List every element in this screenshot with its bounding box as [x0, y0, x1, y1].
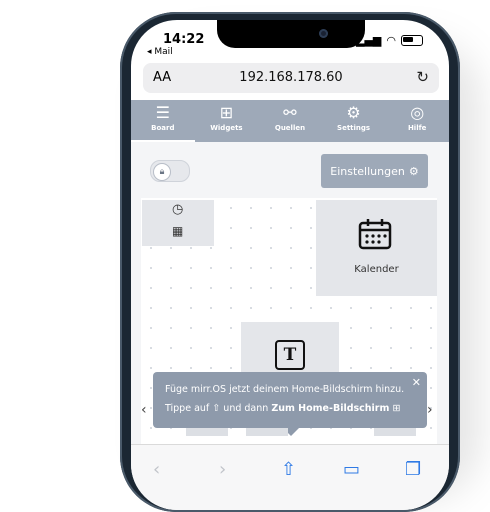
calendar-small-icon[interactable]: ▦ [172, 224, 183, 238]
chevron-right-icon[interactable]: › [427, 402, 433, 418]
einstellungen-button[interactable]: Einstellungen ⚙ [321, 154, 428, 188]
nav-label: Board [151, 124, 175, 132]
phone-screen: 14:22 ◂ Mail ▂▄▆ ◠ AA 192.168.178.60 ↻ ☰… [131, 20, 449, 510]
status-icons: ▂▄▆ ◠ [356, 34, 423, 47]
bookmarks-icon[interactable]: ▭ [343, 459, 360, 480]
popup-line-2: Tippe auf ⇧ und dann Zum Home-Bildschirm… [165, 403, 400, 414]
add-to-homescreen-popup: Füge mirr.OS jetzt deinem Home-Bildschir… [153, 372, 427, 436]
thumbnail[interactable] [374, 428, 416, 436]
chevron-left-icon[interactable]: ‹ [141, 402, 147, 418]
nav-item-quellen[interactable]: ⚯ Quellen [258, 100, 322, 142]
battery-icon [401, 35, 423, 46]
url-bar[interactable]: AA 192.168.178.60 ↻ [143, 63, 439, 93]
url-text[interactable]: 192.168.178.60 [143, 70, 439, 85]
calendar-widget[interactable]: Kalender [316, 200, 437, 296]
lock-toggle[interactable]: 🔒︎ [150, 160, 190, 182]
thumbnail[interactable] [186, 428, 228, 436]
calendar-widget-label: Kalender [354, 264, 399, 275]
einstellungen-label: Einstellungen [330, 164, 405, 178]
widget-thumbnails [186, 428, 416, 436]
gear-icon: ⚙ [346, 103, 361, 122]
nav-label: Settings [337, 124, 371, 132]
share-icon: ⇧ [212, 403, 221, 414]
text-icon: T [275, 340, 305, 370]
popup-bold-text: Zum Home-Bildschirm [271, 403, 390, 414]
calendar-icon [358, 219, 392, 250]
gear-icon: ⚙ [408, 164, 419, 178]
popup-line-1: Füge mirr.OS jetzt deinem Home-Bildschir… [165, 384, 405, 395]
tabs-icon[interactable]: ❐ [405, 459, 421, 480]
share-icon[interactable]: ⇧ [281, 459, 296, 480]
back-to-mail-link[interactable]: ◂ Mail [147, 47, 173, 57]
main-nav: ☰ Board ⊞ Widgets ⚯ Quellen ⚙ Settings ◎… [131, 100, 449, 142]
thumbnail[interactable] [246, 428, 288, 436]
clock-icon[interactable]: ◷ [172, 202, 183, 217]
nav-label: Quellen [274, 124, 306, 132]
status-time: 14:22 [163, 32, 205, 47]
widgets-icon: ⊞ [219, 103, 234, 122]
notch [217, 20, 365, 48]
nav-label: Widgets [210, 124, 243, 132]
reload-icon[interactable]: ↻ [416, 68, 429, 86]
forward-icon[interactable]: › [219, 459, 226, 480]
popup-text: und dann [223, 403, 269, 414]
popup-text: Tippe auf [165, 403, 210, 414]
lock-icon: 🔒︎ [153, 163, 171, 181]
sources-icon: ⚯ [283, 103, 297, 122]
nav-label: Hilfe [407, 124, 427, 132]
board-icon: ☰ [155, 103, 170, 122]
nav-item-widgets[interactable]: ⊞ Widgets [195, 100, 259, 142]
close-icon[interactable]: ✕ [412, 376, 421, 389]
add-square-icon: ⊞ [392, 403, 401, 414]
help-icon: ◎ [410, 103, 425, 122]
nav-item-settings[interactable]: ⚙ Settings [322, 100, 386, 142]
nav-item-hilfe[interactable]: ◎ Hilfe [385, 100, 449, 142]
widget-palette[interactable]: ◷ ▦ [142, 200, 214, 246]
camera [319, 29, 328, 38]
back-icon[interactable]: ‹ [153, 459, 160, 480]
safari-toolbar: ‹ › ⇧ ▭ ❐ [131, 444, 449, 510]
nav-item-board[interactable]: ☰ Board [131, 100, 195, 142]
wifi-icon: ◠ [386, 34, 396, 47]
